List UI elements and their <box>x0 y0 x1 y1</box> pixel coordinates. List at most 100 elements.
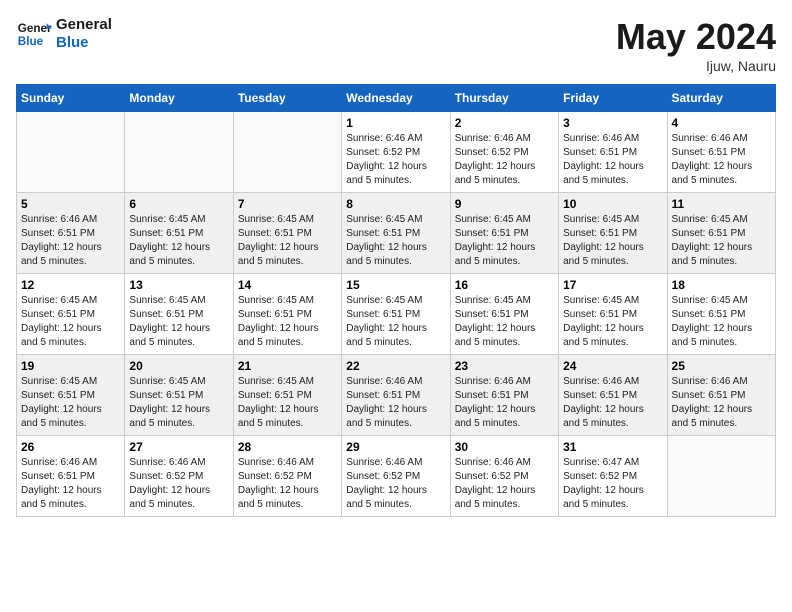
day-info: Sunrise: 6:45 AM Sunset: 6:51 PM Dayligh… <box>672 213 771 269</box>
day-info: Sunrise: 6:45 AM Sunset: 6:51 PM Dayligh… <box>346 294 445 350</box>
logo-icon: General Blue <box>16 16 52 52</box>
day-info: Sunrise: 6:45 AM Sunset: 6:51 PM Dayligh… <box>21 294 120 350</box>
calendar-week-row: 26 Sunrise: 6:46 AM Sunset: 6:51 PM Dayli… <box>17 436 776 517</box>
weekday-header: Tuesday <box>233 85 341 112</box>
day-info: Sunrise: 6:46 AM Sunset: 6:51 PM Dayligh… <box>672 132 771 188</box>
calendar-cell <box>17 112 125 193</box>
day-info: Sunrise: 6:46 AM Sunset: 6:52 PM Dayligh… <box>346 456 445 512</box>
day-info: Sunrise: 6:46 AM Sunset: 6:51 PM Dayligh… <box>563 375 662 431</box>
day-number: 11 <box>672 197 771 211</box>
calendar-table: SundayMondayTuesdayWednesdayThursdayFrid… <box>16 84 776 517</box>
calendar-cell: 16 Sunrise: 6:45 AM Sunset: 6:51 PM Dayli… <box>450 274 558 355</box>
calendar-cell: 4 Sunrise: 6:46 AM Sunset: 6:51 PM Daylig… <box>667 112 775 193</box>
day-info: Sunrise: 6:45 AM Sunset: 6:51 PM Dayligh… <box>238 294 337 350</box>
day-number: 19 <box>21 359 120 373</box>
logo-line1: General <box>56 16 112 34</box>
day-number: 29 <box>346 440 445 454</box>
location: Ijuw, Nauru <box>616 58 776 74</box>
weekday-header: Saturday <box>667 85 775 112</box>
day-number: 6 <box>129 197 228 211</box>
calendar-cell: 26 Sunrise: 6:46 AM Sunset: 6:51 PM Dayli… <box>17 436 125 517</box>
calendar-cell: 11 Sunrise: 6:45 AM Sunset: 6:51 PM Dayli… <box>667 193 775 274</box>
calendar-cell: 27 Sunrise: 6:46 AM Sunset: 6:52 PM Dayli… <box>125 436 233 517</box>
day-info: Sunrise: 6:46 AM Sunset: 6:52 PM Dayligh… <box>455 456 554 512</box>
day-number: 26 <box>21 440 120 454</box>
day-number: 4 <box>672 116 771 130</box>
weekday-header: Sunday <box>17 85 125 112</box>
day-info: Sunrise: 6:46 AM Sunset: 6:52 PM Dayligh… <box>455 132 554 188</box>
day-number: 30 <box>455 440 554 454</box>
day-number: 24 <box>563 359 662 373</box>
calendar-cell: 13 Sunrise: 6:45 AM Sunset: 6:51 PM Dayli… <box>125 274 233 355</box>
calendar-cell: 21Sunrise: 6:45 AM Sunset: 6:51 PM Dayli… <box>233 355 341 436</box>
calendar-cell: 25Sunrise: 6:46 AM Sunset: 6:51 PM Dayli… <box>667 355 775 436</box>
calendar-cell: 28 Sunrise: 6:46 AM Sunset: 6:52 PM Dayli… <box>233 436 341 517</box>
day-number: 8 <box>346 197 445 211</box>
day-info: Sunrise: 6:45 AM Sunset: 6:51 PM Dayligh… <box>129 294 228 350</box>
day-number: 5 <box>21 197 120 211</box>
calendar-cell: 19 Sunrise: 6:45 AM Sunset: 6:51 PM Dayli… <box>17 355 125 436</box>
day-info: Sunrise: 6:46 AM Sunset: 6:52 PM Dayligh… <box>346 132 445 188</box>
calendar-cell: 15 Sunrise: 6:45 AM Sunset: 6:51 PM Dayli… <box>342 274 450 355</box>
calendar-cell: 3Sunrise: 6:46 AM Sunset: 6:51 PM Daylig… <box>559 112 667 193</box>
calendar-cell: 24 Sunrise: 6:46 AM Sunset: 6:51 PM Dayli… <box>559 355 667 436</box>
calendar-cell: 17Sunrise: 6:45 AM Sunset: 6:51 PM Dayli… <box>559 274 667 355</box>
day-number: 12 <box>21 278 120 292</box>
weekday-header: Wednesday <box>342 85 450 112</box>
calendar-cell: 29 Sunrise: 6:46 AM Sunset: 6:52 PM Dayli… <box>342 436 450 517</box>
day-info: Sunrise: 6:45 AM Sunset: 6:51 PM Dayligh… <box>238 213 337 269</box>
svg-text:Blue: Blue <box>18 35 44 48</box>
day-info: Sunrise: 6:46 AM Sunset: 6:51 PM Dayligh… <box>21 456 120 512</box>
day-number: 3 <box>563 116 662 130</box>
day-info: Sunrise: 6:45 AM Sunset: 6:51 PM Dayligh… <box>21 375 120 431</box>
day-number: 14 <box>238 278 337 292</box>
day-number: 28 <box>238 440 337 454</box>
day-info: Sunrise: 6:45 AM Sunset: 6:51 PM Dayligh… <box>563 294 662 350</box>
day-number: 13 <box>129 278 228 292</box>
day-number: 25 <box>672 359 771 373</box>
day-info: Sunrise: 6:45 AM Sunset: 6:51 PM Dayligh… <box>346 213 445 269</box>
calendar-cell: 30 Sunrise: 6:46 AM Sunset: 6:52 PM Dayli… <box>450 436 558 517</box>
day-number: 7 <box>238 197 337 211</box>
day-number: 31 <box>563 440 662 454</box>
day-number: 20 <box>129 359 228 373</box>
day-info: Sunrise: 6:45 AM Sunset: 6:51 PM Dayligh… <box>129 213 228 269</box>
day-info: Sunrise: 6:46 AM Sunset: 6:51 PM Dayligh… <box>21 213 120 269</box>
day-number: 23 <box>455 359 554 373</box>
calendar-header-row: SundayMondayTuesdayWednesdayThursdayFrid… <box>17 85 776 112</box>
day-info: Sunrise: 6:46 AM Sunset: 6:52 PM Dayligh… <box>238 456 337 512</box>
calendar-cell: 31 Sunrise: 6:47 AM Sunset: 6:52 PM Dayli… <box>559 436 667 517</box>
day-number: 10 <box>563 197 662 211</box>
weekday-header: Friday <box>559 85 667 112</box>
day-number: 15 <box>346 278 445 292</box>
day-info: Sunrise: 6:45 AM Sunset: 6:51 PM Dayligh… <box>129 375 228 431</box>
day-number: 9 <box>455 197 554 211</box>
day-info: Sunrise: 6:45 AM Sunset: 6:51 PM Dayligh… <box>563 213 662 269</box>
calendar-cell: 5 Sunrise: 6:46 AM Sunset: 6:51 PM Daylig… <box>17 193 125 274</box>
day-info: Sunrise: 6:46 AM Sunset: 6:52 PM Dayligh… <box>129 456 228 512</box>
logo: General Blue General Blue <box>16 16 112 52</box>
weekday-header: Thursday <box>450 85 558 112</box>
calendar-cell: 9Sunrise: 6:45 AM Sunset: 6:51 PM Daylig… <box>450 193 558 274</box>
day-number: 16 <box>455 278 554 292</box>
day-number: 27 <box>129 440 228 454</box>
title-block: May 2024 Ijuw, Nauru <box>616 16 776 74</box>
calendar-week-row: 12 Sunrise: 6:45 AM Sunset: 6:51 PM Dayli… <box>17 274 776 355</box>
calendar-week-row: 1Sunrise: 6:46 AM Sunset: 6:52 PM Daylig… <box>17 112 776 193</box>
day-info: Sunrise: 6:46 AM Sunset: 6:51 PM Dayligh… <box>455 375 554 431</box>
day-number: 18 <box>672 278 771 292</box>
calendar-cell <box>233 112 341 193</box>
page-header: General Blue General Blue May 2024 Ijuw,… <box>16 16 776 74</box>
day-info: Sunrise: 6:45 AM Sunset: 6:51 PM Dayligh… <box>238 375 337 431</box>
day-info: Sunrise: 6:47 AM Sunset: 6:52 PM Dayligh… <box>563 456 662 512</box>
calendar-cell: 12 Sunrise: 6:45 AM Sunset: 6:51 PM Dayli… <box>17 274 125 355</box>
calendar-cell: 8 Sunrise: 6:45 AM Sunset: 6:51 PM Daylig… <box>342 193 450 274</box>
month-title: May 2024 <box>616 16 776 58</box>
day-info: Sunrise: 6:45 AM Sunset: 6:51 PM Dayligh… <box>455 294 554 350</box>
calendar-cell: 7 Sunrise: 6:45 AM Sunset: 6:51 PM Daylig… <box>233 193 341 274</box>
calendar-cell: 20 Sunrise: 6:45 AM Sunset: 6:51 PM Dayli… <box>125 355 233 436</box>
day-number: 22 <box>346 359 445 373</box>
calendar-cell: 23 Sunrise: 6:46 AM Sunset: 6:51 PM Dayli… <box>450 355 558 436</box>
calendar-cell: 1Sunrise: 6:46 AM Sunset: 6:52 PM Daylig… <box>342 112 450 193</box>
calendar-cell <box>125 112 233 193</box>
